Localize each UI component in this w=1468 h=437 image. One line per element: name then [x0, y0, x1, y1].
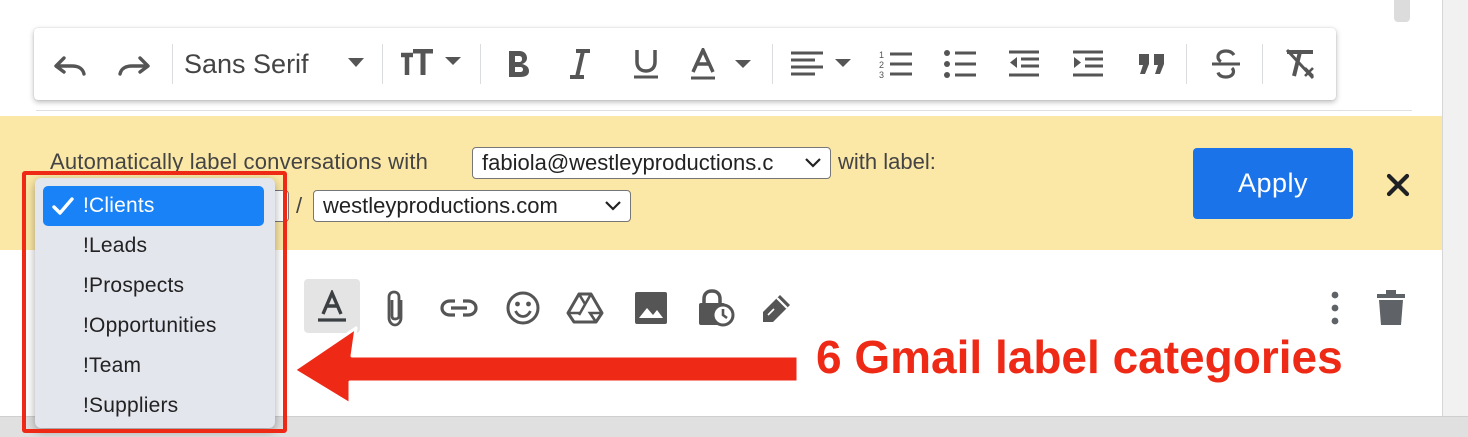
toolbar-divider [1262, 44, 1263, 84]
toolbar-divider [172, 44, 173, 84]
chevron-down-icon [805, 158, 821, 168]
toolbar-divider [772, 44, 773, 84]
toolbar-divider [1186, 44, 1187, 84]
close-icon[interactable] [1384, 171, 1412, 204]
photo-icon[interactable] [628, 285, 674, 331]
with-label-text: with label: [838, 149, 936, 174]
paperclip-icon[interactable] [372, 285, 418, 331]
sender-select[interactable]: fabiola@westleyproductions.c [472, 147, 831, 179]
chevron-down-icon [348, 58, 364, 67]
toolbar-divider [480, 44, 481, 84]
remove-formatting-icon[interactable] [1278, 28, 1322, 100]
svg-text:2: 2 [879, 60, 884, 70]
drive-icon[interactable] [562, 285, 608, 331]
quote-icon[interactable] [1130, 28, 1174, 100]
font-family-label: Sans Serif [184, 48, 309, 79]
svg-text:3: 3 [879, 70, 884, 80]
numbered-list-icon[interactable]: 123 [874, 28, 918, 100]
align-icon[interactable] [786, 28, 858, 100]
sublabel-select-value: westleyproductions.com [323, 193, 558, 218]
strikethrough-icon[interactable] [1204, 28, 1248, 100]
sublabel-select[interactable]: westleyproductions.com [313, 190, 631, 222]
divider [36, 110, 1412, 111]
redo-icon[interactable] [114, 28, 154, 100]
more-options-icon[interactable] [1312, 285, 1358, 331]
apply-button[interactable]: Apply [1193, 148, 1353, 219]
indent-less-icon[interactable] [1002, 28, 1046, 100]
sender-select-value: fabiola@westleyproductions.c [482, 150, 774, 175]
trash-icon[interactable] [1368, 285, 1414, 331]
text-size-icon[interactable] [398, 28, 466, 100]
annotation-arrow [290, 326, 802, 411]
bold-icon[interactable] [498, 28, 538, 100]
indent-more-icon[interactable] [1066, 28, 1110, 100]
annotation-highlight-box [22, 171, 287, 433]
font-family-select[interactable]: Sans Serif [184, 28, 374, 100]
bulleted-list-icon[interactable] [938, 28, 982, 100]
background-panel [1442, 0, 1468, 436]
confidential-mode-icon[interactable] [692, 285, 738, 331]
undo-icon[interactable] [50, 28, 90, 100]
link-icon[interactable] [436, 285, 482, 331]
toolbar-divider [382, 44, 383, 84]
chevron-down-icon [605, 201, 621, 211]
underline-icon[interactable] [626, 28, 666, 100]
label-separator: / [296, 193, 303, 218]
emoji-icon[interactable] [500, 285, 546, 331]
formatting-toolbar: Sans Serif 123 [34, 28, 1336, 100]
signature-pen-icon[interactable] [754, 285, 800, 331]
scrollbar-thumb[interactable] [1394, 0, 1410, 22]
formatting-options-icon[interactable] [304, 279, 360, 333]
text-color-icon[interactable] [686, 28, 758, 100]
italic-icon[interactable] [560, 28, 600, 100]
annotation-text: 6 Gmail label categories [816, 331, 1343, 383]
svg-text:1: 1 [879, 50, 884, 60]
